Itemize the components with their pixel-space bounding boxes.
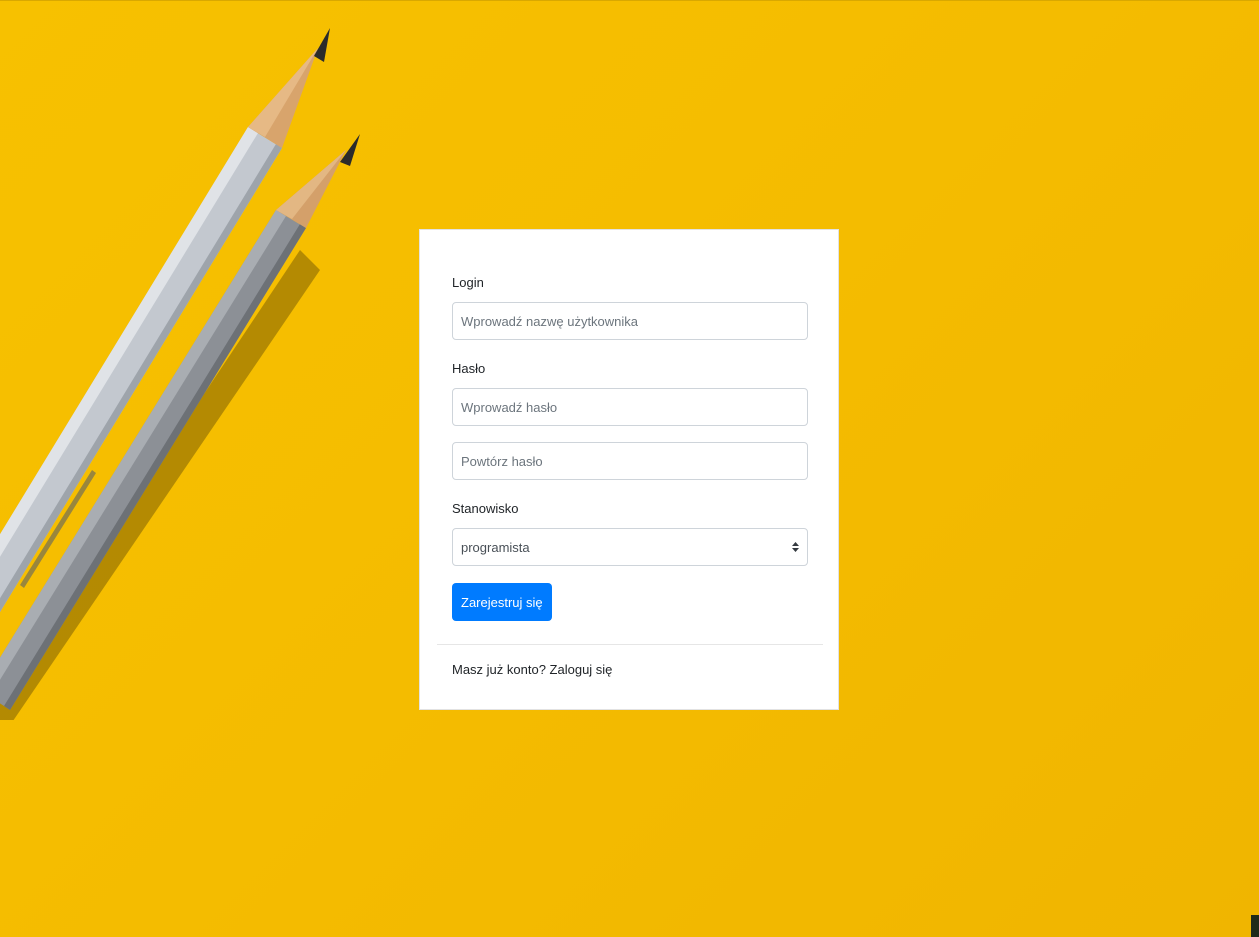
chevron-up-down-icon [792, 542, 799, 552]
position-label: Stanowisko [452, 501, 519, 516]
position-select-value: programista [461, 539, 530, 555]
card-divider [437, 644, 823, 645]
register-card: Login Hasło Stanowisko programista Zarej… [419, 229, 839, 710]
login-link[interactable]: Masz już konto? Zaloguj się [452, 662, 612, 677]
repeat-password-input[interactable] [452, 442, 808, 480]
login-input[interactable] [452, 302, 808, 340]
position-select[interactable]: programista [452, 528, 808, 566]
register-button[interactable]: Zarejestruj się [452, 583, 552, 621]
password-label: Hasło [452, 361, 486, 376]
login-label: Login [452, 275, 484, 290]
corner-indicator [1251, 915, 1259, 937]
password-input[interactable] [452, 388, 808, 426]
pencils-illustration [0, 28, 360, 720]
